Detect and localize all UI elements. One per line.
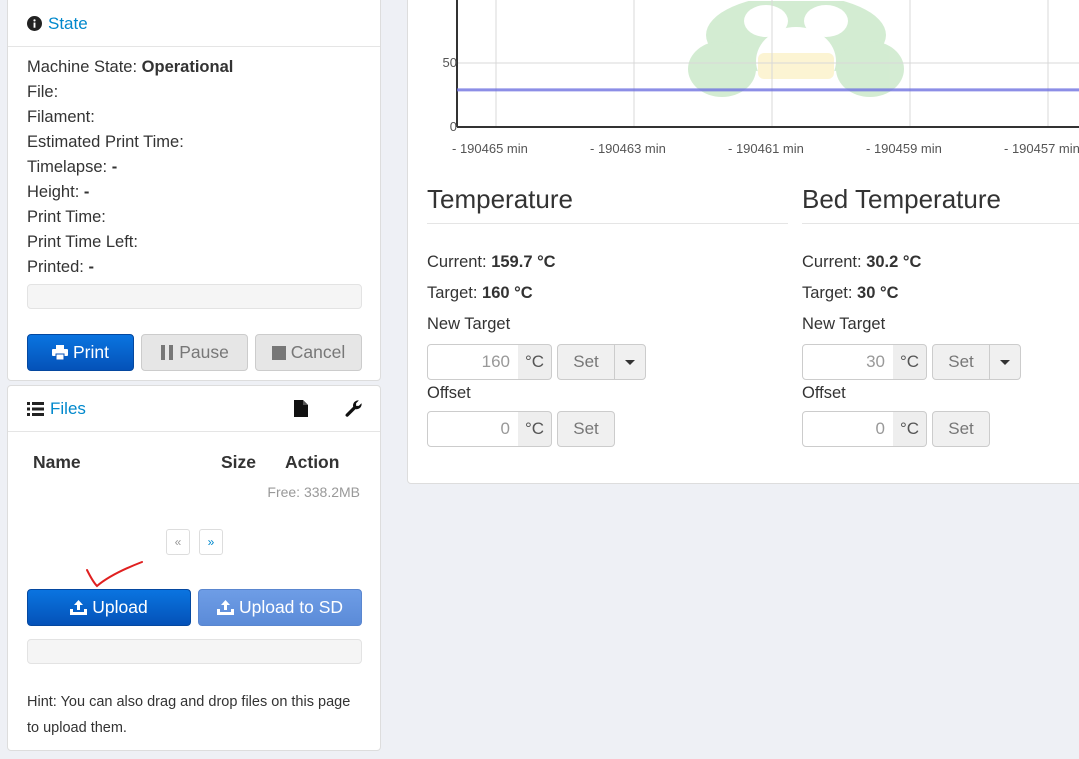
pager-next[interactable]: » [199,529,223,555]
tool-new-target-unit: °C [518,344,552,380]
printed-line: Printed: - [27,258,94,276]
bed-temperature-divider [802,223,1079,224]
new-file-icon[interactable] [294,400,308,422]
tool-set-target-button[interactable]: Set [557,344,615,380]
height-line: Height: - [27,183,90,201]
print-progress-bar [27,284,362,309]
bed-new-target-label: New Target [802,315,886,333]
tool-set-offset-button[interactable]: Set [557,411,615,447]
graph-y-tick: 0 [449,119,457,134]
temperature-graph [456,0,1079,128]
column-size[interactable]: Size [221,452,256,473]
state-panel-header[interactable]: State [8,1,380,47]
graph-x-tick: - 190463 min [590,141,666,156]
tool-offset-input[interactable]: 0 [427,411,519,447]
pager-prev[interactable]: « [166,529,190,555]
bed-offset-input[interactable]: 0 [802,411,894,447]
timelapse-line: Timelapse: - [27,158,118,176]
list-icon [27,401,44,416]
bed-current-value: 30.2 °C [866,253,922,271]
state-title: State [48,13,88,33]
tool-target: Target: 160 °C [427,284,533,302]
tool-offset-unit: °C [518,411,552,447]
state-details: Machine State: Operational File: Filamen… [27,55,233,280]
tool-offset-label: Offset [427,384,471,402]
bed-offset-unit: °C [893,411,927,447]
caret-down-icon [1000,359,1010,365]
tool-new-target-input[interactable]: 160 [427,344,519,380]
column-action: Action [285,452,340,472]
machine-state-line: Machine State: Operational [27,58,234,76]
bed-target: Target: 30 °C [802,284,899,302]
filament-line: Filament: [27,108,95,126]
file-line: File: [27,83,59,101]
bed-current: Current: 30.2 °C [802,253,922,271]
bed-target-dropdown[interactable] [989,344,1021,380]
upload-icon [216,600,234,615]
tool-target-dropdown[interactable] [614,344,646,380]
bed-new-target-unit: °C [893,344,927,380]
files-panel-header[interactable]: Files [8,386,380,432]
bed-temperature-title: Bed Temperature [802,184,1001,214]
print-time-line: Print Time: [27,208,106,226]
upload-sd-button[interactable]: Upload to SD [198,589,362,626]
pause-icon [160,345,174,360]
bed-set-offset-button[interactable]: Set [932,411,990,447]
bed-target-value: 30 °C [857,284,899,302]
drag-drop-hint: Hint: You can also drag and drop files o… [27,694,351,736]
graph-y-tick: 50 [442,55,457,70]
upload-icon [70,600,88,615]
graph-x-tick: - 190465 min [452,141,528,156]
estimated-time-line: Estimated Print Time: [27,133,184,151]
column-name[interactable]: Name [33,452,81,473]
tool-current: Current: 159.7 °C [427,253,556,271]
graph-x-tick: - 190457 min [1004,141,1079,156]
print-button[interactable]: Print [27,334,134,371]
graph-x-tick: - 190461 min [728,141,804,156]
upload-progress-bar [27,639,362,664]
wrench-icon[interactable] [345,399,363,422]
checkmark-annotation [86,561,143,588]
files-panel: Files Name Size Action Free: 338.2MB « »… [7,385,381,751]
bed-new-target-input[interactable]: 30 [802,344,894,380]
temperature-panel: 50 0 - 190465 min - 190463 min - 190461 min… [407,0,1079,484]
files-title: Files [50,398,86,418]
cancel-button[interactable]: Cancel [255,334,362,371]
tool-current-value: 159.7 °C [491,253,556,271]
pause-button[interactable]: Pause [141,334,248,371]
machine-state-value: Operational [141,58,234,76]
info-icon [27,16,42,31]
print-time-left-line: Print Time Left: [27,233,138,251]
temperature-divider [427,223,788,224]
bed-offset-label: Offset [802,384,846,402]
graph-x-tick: - 190459 min [866,141,942,156]
tool-new-target-label: New Target [427,315,511,333]
bed-set-target-button[interactable]: Set [932,344,990,380]
state-panel: State Machine State: Operational File: F… [7,0,381,381]
printer-icon [52,345,68,360]
free-space: Free: 338.2MB [267,484,360,500]
tool-target-value: 160 °C [482,284,533,302]
caret-down-icon [625,359,635,365]
stop-icon [271,345,286,360]
upload-button[interactable]: Upload [27,589,191,626]
temperature-title: Temperature [427,184,573,214]
